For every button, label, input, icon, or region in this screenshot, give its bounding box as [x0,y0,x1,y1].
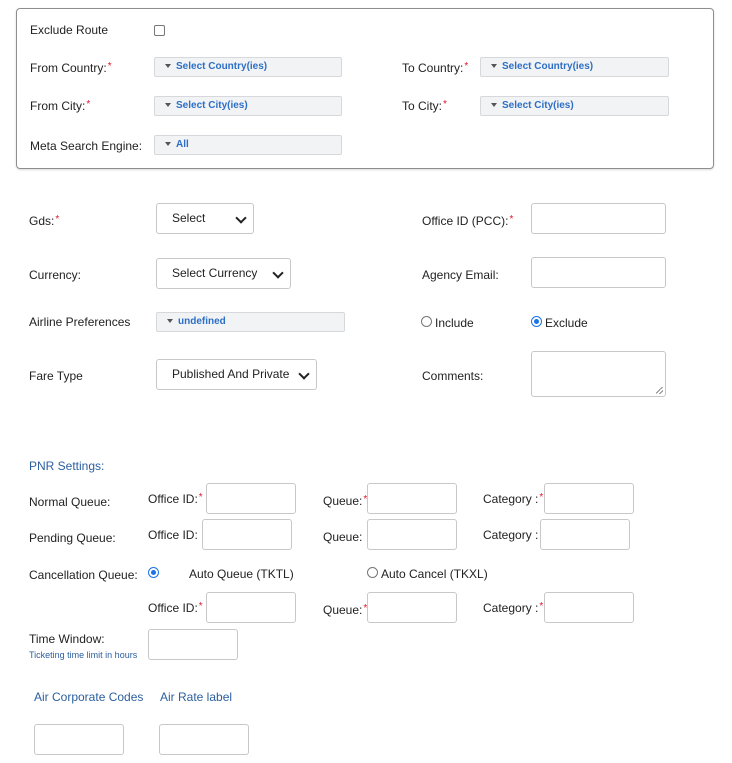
comments-label: Comments: [422,369,484,383]
cancel-category-input[interactable] [544,592,634,623]
pending-office-id-label: Office ID: [148,528,198,542]
auto-cancel-radio[interactable] [367,567,378,578]
pending-office-id-input[interactable] [202,519,292,550]
cancel-category-label: Category :* [483,601,544,615]
agency-email-input[interactable] [531,257,666,288]
normal-office-id-input[interactable] [206,483,296,514]
air-corporate-codes-input[interactable] [34,724,124,755]
air-rate-label-input[interactable] [159,724,249,755]
normal-category-label: Category :* [483,492,544,506]
air-rate-label-label: Air Rate label [160,690,233,704]
agency-email-label: Agency Email: [422,268,499,282]
to-city-multiselect[interactable]: Select City(ies) [480,96,669,116]
chevron-down-icon [272,267,284,279]
airline-preferences-label: Airline Preferences [29,315,131,329]
from-city-multiselect[interactable]: Select City(ies) [154,96,342,116]
cancel-queue-input[interactable] [367,592,457,623]
auto-queue-radio[interactable] [148,567,159,578]
exclude-route-checkbox[interactable] [154,25,165,36]
pnr-settings-title: PNR Settings: [29,459,105,473]
fare-type-label: Fare Type [29,369,83,383]
caret-down-icon [165,103,171,108]
chevron-down-icon [235,212,247,224]
normal-queue-queue-label: Queue:* [323,494,368,508]
to-city-label: To City:* [402,99,447,113]
meta-search-engine-label: Meta Search Engine: [30,139,143,153]
normal-office-id-label: Office ID:* [148,492,203,506]
cancel-office-id-label: Office ID:* [148,601,203,615]
from-country-multiselect[interactable]: Select Country(ies) [154,57,342,77]
comments-textarea[interactable] [531,351,666,397]
caret-down-icon [165,142,171,147]
resize-grip-icon[interactable] [656,387,663,394]
pending-queue-queue-label: Queue: [323,530,363,544]
time-window-label: Time Window: [29,632,105,646]
exclude-route-label: Exclude Route [30,23,109,37]
currency-label: Currency: [29,268,82,282]
airline-preferences-multiselect[interactable]: undefined [156,312,345,332]
office-id-pcc-input[interactable] [531,203,666,234]
include-label: Include [435,316,474,330]
to-country-label: To Country:* [402,61,469,75]
normal-category-input[interactable] [544,483,634,514]
pending-queue-input[interactable] [367,519,457,550]
normal-queue-input[interactable] [367,483,457,514]
gds-select[interactable]: Select [156,203,254,234]
cancellation-queue-label: Cancellation Queue: [29,568,138,582]
meta-search-engine-multiselect[interactable]: All [154,135,342,155]
from-city-label: From City:* [30,99,91,113]
time-window-input[interactable] [148,629,238,660]
caret-down-icon [491,64,497,69]
fare-type-select[interactable]: Published And Private [156,359,317,390]
time-window-hint: Ticketing time limit in hours [29,650,138,660]
to-country-multiselect[interactable]: Select Country(ies) [480,57,669,77]
caret-down-icon [167,319,173,324]
air-corporate-codes-label: Air Corporate Codes [34,690,144,704]
caret-down-icon [165,64,171,69]
cancel-queue-label: Queue:* [323,603,368,617]
include-radio[interactable] [421,316,432,327]
auto-cancel-label: Auto Cancel (TKXL) [381,567,488,581]
office-id-pcc-label: Office ID (PCC):* [422,214,514,228]
currency-select[interactable]: Select Currency [156,258,291,289]
pending-category-label: Category : [483,528,539,542]
auto-queue-label: Auto Queue (TKTL) [189,567,294,581]
exclude-label: Exclude [545,316,588,330]
chevron-down-icon [298,368,310,380]
from-country-label: From Country:* [30,61,112,75]
cancel-office-id-input[interactable] [206,592,296,623]
normal-queue-label: Normal Queue: [29,495,111,509]
exclude-radio[interactable] [531,316,542,327]
pending-category-input[interactable] [540,519,630,550]
gds-label: Gds:* [29,214,60,228]
caret-down-icon [491,103,497,108]
pending-queue-label: Pending Queue: [29,531,116,545]
